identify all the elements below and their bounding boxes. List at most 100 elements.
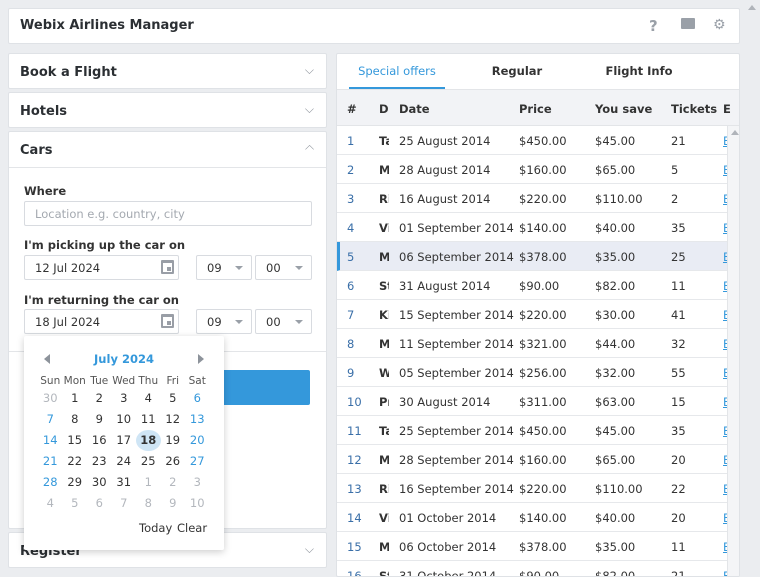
table-row[interactable]: 4Vi01 September 2014$140.00$40.0035E (337, 213, 728, 242)
calendar-day[interactable]: 15 (63, 430, 88, 451)
calendar-day[interactable]: 18 (136, 430, 161, 451)
table-row[interactable]: 9W05 September 2014$256.00$32.0055E (337, 358, 728, 387)
calendar-day[interactable]: 2 (87, 388, 112, 409)
calendar-day[interactable]: 7 (38, 409, 63, 430)
calendar-day[interactable]: 1 (136, 472, 161, 493)
calendar-day[interactable]: 29 (63, 472, 88, 493)
calendar-day[interactable]: 13 (185, 409, 210, 430)
table-row[interactable]: 3Ri16 August 2014$220.00$110.002E (337, 184, 728, 213)
calendar-day[interactable]: 8 (63, 409, 88, 430)
table-cell: W (379, 366, 389, 380)
table-row[interactable]: 11Ta25 September 2014$450.00$45.0035E (337, 416, 728, 445)
calendar-day[interactable]: 28 (38, 472, 63, 493)
calendar-day[interactable]: 14 (38, 430, 63, 451)
table-row[interactable]: 10Pr30 August 2014$311.00$63.0015E (337, 387, 728, 416)
pickup-hour-select[interactable]: 09 (196, 255, 252, 280)
calendar-day[interactable]: 3 (185, 472, 210, 493)
accordion-cars-header[interactable]: Cars ⌵ (9, 132, 326, 168)
calendar-day[interactable]: 11 (136, 409, 161, 430)
today-button[interactable]: Today (139, 521, 172, 535)
table-cell: 01 September 2014 (399, 221, 514, 235)
next-month-icon[interactable] (198, 354, 204, 364)
calendar-day[interactable]: 4 (38, 493, 63, 514)
calendar-day[interactable]: 22 (63, 451, 88, 472)
calendar-day[interactable]: 6 (87, 493, 112, 514)
calendar-day[interactable]: 23 (87, 451, 112, 472)
calendar-day[interactable]: 8 (136, 493, 161, 514)
pickup-date-input[interactable]: 12 Jul 2024 (24, 255, 179, 280)
clear-button[interactable]: Clear (177, 521, 207, 535)
calendar-day[interactable]: 25 (136, 451, 161, 472)
column-header[interactable]: Price (519, 102, 552, 116)
calendar-day[interactable]: 16 (87, 430, 112, 451)
table-row[interactable]: 1Ta25 August 2014$450.00$45.0021E (337, 126, 728, 155)
pickup-minute-select[interactable]: 00 (255, 255, 312, 280)
calendar-day[interactable]: 17 (112, 430, 137, 451)
calendar-day[interactable]: 24 (112, 451, 137, 472)
scroll-up-icon[interactable] (731, 130, 739, 135)
table-row[interactable]: 15M06 October 2014$378.00$35.0011E (337, 532, 728, 561)
grid-scrollbar[interactable] (727, 126, 739, 576)
table-cell: 6 (347, 279, 355, 293)
tab-regular[interactable]: Regular (471, 54, 563, 89)
page-scrollbar[interactable] (744, 0, 760, 577)
return-date-input[interactable]: 18 Jul 2024 (24, 309, 179, 334)
table-cell: $220.00 (519, 192, 567, 206)
return-minute-value: 00 (266, 315, 281, 329)
table-row[interactable]: 14Vi01 October 2014$140.00$40.0020E (337, 503, 728, 532)
calendar-day[interactable]: 19 (161, 430, 186, 451)
column-header[interactable]: Tickets (671, 102, 717, 116)
scroll-up-icon[interactable] (748, 5, 756, 10)
table-cell: $378.00 (519, 250, 567, 264)
table-row[interactable]: 6St31 August 2014$90.00$82.0011E (337, 271, 728, 300)
table-row[interactable]: 16St31 October 2014$90.00$82.0021E (337, 561, 728, 576)
calendar-day[interactable]: 5 (63, 493, 88, 514)
calendar-day[interactable]: 21 (38, 451, 63, 472)
calendar-icon[interactable] (161, 314, 174, 328)
calendar-day[interactable]: 30 (87, 472, 112, 493)
calendar-day[interactable]: 10 (185, 493, 210, 514)
table-row[interactable]: 8M11 September 2014$321.00$44.0032E (337, 329, 728, 358)
calendar-day[interactable]: 27 (185, 451, 210, 472)
search-cars-button[interactable] (218, 370, 310, 405)
calendar-day[interactable]: 31 (112, 472, 137, 493)
accordion-hotels[interactable]: Hotels ⌵ (8, 92, 327, 128)
grid-header: # Di Date Price You save Tickets E (337, 89, 739, 126)
calendar-day[interactable]: 12 (161, 409, 186, 430)
calendar-month-title[interactable]: July 2024 (24, 352, 224, 366)
calendar-day[interactable]: 30 (38, 388, 63, 409)
calendar-day[interactable]: 1 (63, 388, 88, 409)
calendar-day[interactable]: 10 (112, 409, 137, 430)
calendar-day[interactable]: 9 (87, 409, 112, 430)
table-row[interactable]: 7Ki15 September 2014$220.00$30.0041E (337, 300, 728, 329)
calendar-day[interactable]: 7 (112, 493, 137, 514)
calendar-day[interactable]: 4 (136, 388, 161, 409)
column-header[interactable]: You save (595, 102, 652, 116)
help-icon[interactable]: ? (649, 17, 658, 35)
calendar-day[interactable]: 9 (161, 493, 186, 514)
column-header[interactable]: Di (379, 102, 389, 116)
tab-flight-info[interactable]: Flight Info (593, 54, 685, 89)
tab-special-offers[interactable]: Special offers (349, 54, 445, 89)
where-input[interactable]: Location e.g. country, city (24, 201, 312, 226)
chevron-down-icon: ⌵ (304, 63, 314, 77)
calendar-day[interactable]: 6 (185, 388, 210, 409)
accordion-book-a-flight[interactable]: Book a Flight ⌵ (8, 53, 327, 89)
calendar-icon[interactable] (161, 260, 174, 274)
table-row[interactable]: 5M06 September 2014$378.00$35.0025E (337, 242, 728, 271)
column-header[interactable]: # (347, 102, 357, 116)
table-row[interactable]: 12M28 September 2014$160.00$65.0020E (337, 445, 728, 474)
calendar-day[interactable]: 20 (185, 430, 210, 451)
calendar-day[interactable]: 5 (161, 388, 186, 409)
column-header[interactable]: Date (399, 102, 430, 116)
return-minute-select[interactable]: 00 (255, 309, 312, 334)
return-hour-select[interactable]: 09 (196, 309, 252, 334)
settings-icon[interactable]: ⚙ (713, 17, 726, 33)
column-header[interactable]: E (723, 102, 731, 116)
table-row[interactable]: 13Ri16 September 2014$220.00$110.0022E (337, 474, 728, 503)
table-row[interactable]: 2M28 August 2014$160.00$65.005E (337, 155, 728, 184)
calendar-day[interactable]: 3 (112, 388, 137, 409)
calendar-day[interactable]: 26 (161, 451, 186, 472)
calendar-day[interactable]: 2 (161, 472, 186, 493)
chat-icon[interactable] (681, 18, 695, 29)
